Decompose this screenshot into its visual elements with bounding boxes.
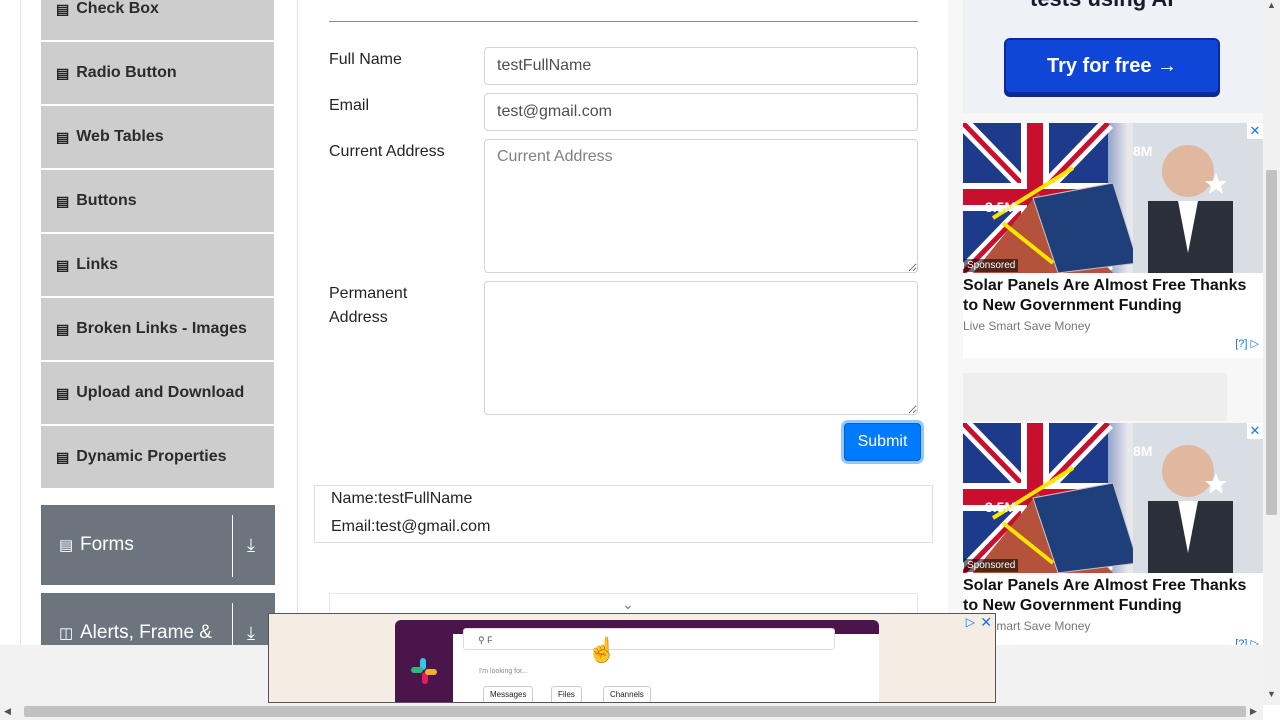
sponsored-badge: Sponsored [964,259,1019,272]
bottom-ad-banner[interactable]: ⚲ F I'm looking for... Messages Files Ch… [268,613,996,703]
group-separator [232,515,233,577]
html-doc-icon: ▤ [56,384,70,401]
ad-app-window: ⚲ F I'm looking for... Messages Files Ch… [453,628,879,702]
sidebar-item-broken-links[interactable]: ▤ Broken Links - Images [41,298,274,360]
scroll-up-arrow-icon[interactable]: ▲ [1267,0,1276,10]
html-doc-icon: ▤ [56,320,70,337]
sidebar-item-label: Broken Links - Images [76,320,247,337]
hand-cursor-icon: ☝ [587,637,617,664]
current-address-label: Current Address [329,143,445,160]
full-name-input[interactable] [484,47,918,85]
ad-label-8m: 8M [1133,143,1153,159]
ad-spacer [963,373,1227,421]
ad-card[interactable]: Sponsored 8M 3.5M ✕ Solar Panels Are Alm… [963,123,1263,358]
ad-pill-channels: Channels [603,686,651,702]
slack-logo-icon [411,658,437,684]
current-address-textarea[interactable] [484,139,918,273]
submit-button[interactable]: Submit [844,423,921,461]
sidebar-item-label: Check Box [76,0,159,17]
html-doc-icon: ▤ [56,192,70,209]
ad-label-8m: 8M [1133,443,1153,459]
full-name-label: Full Name [329,51,402,68]
ad-label-3-5m: 3.5M [985,199,1017,215]
sidebar-border-left [20,0,21,645]
ad-search-hint: I'm looking for... [479,668,528,675]
ad-title[interactable]: Solar Panels Are Almost Free Thanks to N… [963,276,1258,316]
html-doc-icon: ▤ [56,256,70,273]
sidebar-item-label: Links [76,256,119,273]
ad-card[interactable]: Sponsored 8M 3.5M ✕ Solar Panels Are Alm… [963,423,1263,650]
permanent-address-label-line2: Address [329,309,388,326]
html-doc-icon: ▤ [56,448,70,465]
sidebar-group-forms[interactable]: ▤ Forms ⤓ [41,505,275,585]
group-label: Alerts, Frame & [80,622,212,643]
ad-source: Live Smart Save Money [963,319,1091,333]
sidebar-item-dynamic-properties[interactable]: ▤ Dynamic Properties [41,426,274,488]
ad-label-3-5m: 3.5M [985,499,1017,515]
sidebar-item-label: Radio Button [76,64,177,81]
scroll-down-arrow-icon[interactable]: ▼ [1267,689,1276,699]
ad-heading: tests using AI [1030,0,1173,12]
ad-info-icon[interactable]: [?] ▷ [1235,337,1259,350]
email-input[interactable] [484,93,918,131]
sidebar-item-label: Upload and Download [76,384,245,401]
ad-search-bar: ⚲ F [463,628,835,650]
ad-pill-files: Files [551,686,582,702]
sidebar-item-label: Buttons [76,192,137,209]
ad-image: Sponsored [963,123,1263,273]
sidebar-border-right [297,0,298,645]
download-icon[interactable]: ⤓ [247,623,255,644]
vertical-scrollbar-thumb[interactable] [1266,170,1277,515]
output-name: Name:testFullName [331,490,473,507]
close-icon[interactable]: ✕ [980,614,992,631]
html-doc-icon: ▤ [56,0,70,17]
sidebar-item-label: Dynamic Properties [76,448,227,465]
chevron-down-icon[interactable]: ⌄ [622,596,634,613]
group-label: Forms [80,534,134,555]
ad-app-frame: ⚲ F I'm looking for... Messages Files Ch… [395,620,879,702]
sidebar-item-web-tables[interactable]: ▤ Web Tables [41,106,274,168]
try-for-free-button[interactable]: Try for free → [1004,38,1220,94]
close-icon[interactable]: ✕ [1247,123,1263,139]
download-icon[interactable]: ⤓ [247,535,255,556]
output-panel: Name:testFullName Email:test@gmail.com [314,485,933,543]
document-icon: ▤ [59,537,74,554]
sidebar-item-buttons[interactable]: ▤ Buttons [41,170,274,232]
ad-pill-messages: Messages [483,686,534,702]
window-icon: ◫ [59,625,74,642]
email-label: Email [329,97,370,114]
horizontal-scrollbar-thumb[interactable] [24,706,1246,717]
sponsored-badge: Sponsored [964,559,1019,572]
sidebar-item-upload-download[interactable]: ▤ Upload and Download [41,362,274,424]
close-icon[interactable]: ✕ [1247,423,1263,439]
output-email: Email:test@gmail.com [331,518,491,535]
permanent-address-textarea[interactable] [484,281,918,415]
html-doc-icon: ▤ [56,128,70,145]
form-divider [329,21,918,22]
scroll-right-arrow-icon[interactable]: ▶ [1250,706,1257,717]
sidebar-item-radio-button[interactable]: ▤ Radio Button [41,42,274,104]
html-doc-icon: ▤ [56,64,70,81]
ad-image: Sponsored [963,423,1263,573]
permanent-address-label-line1: Permanent [329,285,408,302]
sidebar-item-links[interactable]: ▤ Links [41,234,274,296]
scroll-left-arrow-icon[interactable]: ◀ [4,706,11,717]
adchoices-icon[interactable]: ▷ [966,615,975,629]
ad-title[interactable]: Solar Panels Are Almost Free Thanks to N… [963,576,1258,616]
sidebar-item-label: Web Tables [76,128,164,145]
sidebar-item-check-box[interactable]: ▤ Check Box [41,0,274,40]
